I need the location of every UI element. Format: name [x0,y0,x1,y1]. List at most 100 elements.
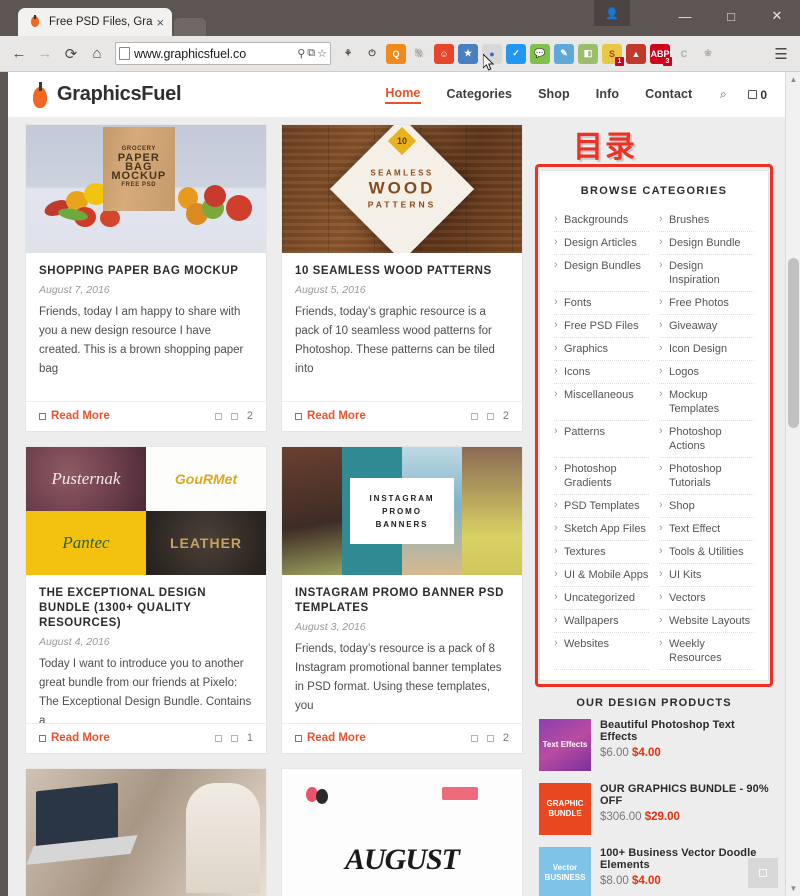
category-item[interactable]: Design Bundle [659,232,754,255]
product-item[interactable]: Vector BUSINESS 100+ Business Vector Dood… [539,847,769,896]
post-card[interactable]: AUGUST [281,768,523,896]
blue-dot-extension[interactable]: ● [482,43,502,64]
power-extension[interactable]: ⏻ [362,43,382,64]
category-item[interactable]: Sketch App Files [554,518,649,541]
seamless-wood-patterns-image[interactable]: 10 SEAMLESS WOOD PATTERNS [282,125,522,253]
home-icon[interactable]: ⌂ [85,42,109,66]
august-lettering-image[interactable]: AUGUST [282,769,522,896]
nav-item-info[interactable]: Info [596,87,619,103]
translate-icon[interactable]: ⧉ [307,47,315,60]
category-item[interactable]: UI Kits [659,564,754,587]
leaf-extension[interactable]: ❀ [698,43,718,64]
browser-menu-icon[interactable]: ☰ [769,42,793,66]
category-item[interactable]: PSD Templates [554,495,649,518]
site-logo[interactable]: GraphicsFuel [30,81,182,108]
category-item[interactable]: Logos [659,361,754,384]
category-item[interactable]: Photoshop Tutorials [659,458,754,495]
category-item[interactable]: Tools & Utilities [659,541,754,564]
category-item[interactable]: Website Layouts [659,610,754,633]
nav-item-categories[interactable]: Categories [447,87,513,103]
address-bar[interactable]: www.graphicsfuel.co ⚲ ⧉ ☆ [115,42,331,65]
scroll-up-icon[interactable]: ▲ [786,72,800,87]
category-item[interactable]: Brushes [659,209,754,232]
check-shield-extension[interactable]: ✓ [506,43,526,64]
product-item[interactable]: Text Effects Beautiful Photoshop Text Eff… [539,719,769,771]
nav-item-contact[interactable]: Contact [645,87,692,103]
page-scrollbar[interactable]: ▲ ▼ [785,72,800,896]
post-title[interactable]: THE EXCEPTIONAL DESIGN BUNDLE (1300+ QUA… [39,586,253,631]
c-extension[interactable]: C [674,43,694,64]
category-item[interactable]: Graphics [554,338,649,361]
smiley-extension[interactable]: ☺ [434,43,454,64]
category-item[interactable]: Weekly Resources [659,633,754,670]
post-title[interactable]: INSTAGRAM PROMO BANNER PSD TEMPLATES [295,586,509,616]
reload-icon[interactable]: ⟳ [59,42,83,66]
acrobat-extension[interactable]: ▲ [626,43,646,64]
post-card[interactable] [25,768,267,896]
globe-pen-extension[interactable]: ✎ [554,43,574,64]
scroll-to-top-button[interactable] [748,858,778,888]
category-item[interactable]: Giveaway [659,315,754,338]
graphics-bundle-thumb[interactable]: GRAPHIC BUNDLE [539,783,591,835]
category-item[interactable]: Free Photos [659,292,754,315]
quantum-extension[interactable]: Q [386,43,406,64]
category-item[interactable]: Backgrounds [554,209,649,232]
category-item[interactable]: Patterns [554,421,649,458]
map-extension[interactable]: ◧ [578,43,598,64]
instagram-promo-banners-image[interactable]: INSTAGRAM PROMO BANNERS [282,447,522,575]
category-item[interactable]: Design Articles [554,232,649,255]
evernote-extension[interactable]: 🐘 [410,43,430,64]
post-title[interactable]: 10 SEAMLESS WOOD PATTERNS [295,264,509,279]
category-item[interactable]: UI & Mobile Apps [554,564,649,587]
read-more-link[interactable]: Read More [295,732,366,744]
category-item[interactable]: Textures [554,541,649,564]
category-item[interactable]: Photoshop Actions [659,421,754,458]
category-item[interactable]: Free PSD Files [554,315,649,338]
business-vector-thumb[interactable]: Vector BUSINESS [539,847,591,896]
product-name[interactable]: Beautiful Photoshop Text Effects [600,719,769,743]
forward-icon[interactable]: → [33,42,57,66]
browser-tab[interactable]: Free PSD Files, Gra × [18,8,173,36]
category-item[interactable]: Miscellaneous [554,384,649,421]
close-window-button[interactable]: ✕ [754,0,800,32]
bookmark-star-extension[interactable]: ★ [458,43,478,64]
bookmark-star-icon[interactable]: ☆ [317,47,327,60]
exceptional-design-bundle-image[interactable]: Pusternak GouRMet Pantec LEATHER [26,447,266,575]
scrollbar-thumb[interactable] [788,258,799,428]
back-icon[interactable]: ← [7,42,31,66]
nav-item-shop[interactable]: Shop [538,87,570,103]
product-name[interactable]: OUR GRAPHICS BUNDLE - 90% OFF [600,783,769,807]
zoom-icon[interactable]: ⚲ [297,47,305,60]
text-effects-thumb[interactable]: Text Effects [539,719,591,771]
category-item[interactable]: Mockup Templates [659,384,754,421]
category-item[interactable]: Uncategorized [554,587,649,610]
maximize-button[interactable]: □ [708,0,754,32]
category-item[interactable]: Icons [554,361,649,384]
category-item[interactable]: Design Inspiration [659,255,754,292]
search-icon[interactable]: ⌕ [718,87,728,102]
post-title[interactable]: SHOPPING PAPER BAG MOCKUP [39,264,253,279]
new-tab-button[interactable] [174,18,207,36]
minimize-button[interactable]: — [662,0,708,32]
page-info-icon[interactable] [119,47,130,60]
laptop-workspace-image[interactable] [26,769,266,896]
scroll-down-icon[interactable]: ▼ [786,881,800,896]
snagit-extension[interactable]: S1 [602,43,624,66]
category-item[interactable]: Text Effect [659,518,754,541]
read-more-link[interactable]: Read More [39,410,110,422]
wechat-extension[interactable]: 💬 [530,43,550,64]
category-item[interactable]: Design Bundles [554,255,649,292]
category-item[interactable]: Photoshop Gradients [554,458,649,495]
post-card[interactable]: Pusternak GouRMet Pantec LEATHER THE EXC… [25,446,267,754]
product-name[interactable]: 100+ Business Vector Doodle Elements [600,847,769,871]
post-card[interactable]: GROCERY PAPER BAG MOCKUP FREE PSD SHOPPI… [25,124,267,432]
category-item[interactable]: Wallpapers [554,610,649,633]
read-more-link[interactable]: Read More [295,410,366,422]
category-item[interactable]: Vectors [659,587,754,610]
category-item[interactable]: Fonts [554,292,649,315]
grocery-paper-bag-mockup-image[interactable]: GROCERY PAPER BAG MOCKUP FREE PSD [26,125,266,253]
post-card[interactable]: INSTAGRAM PROMO BANNERS INSTAGRAM PROMO … [281,446,523,754]
product-item[interactable]: GRAPHIC BUNDLE OUR GRAPHICS BUNDLE - 90% … [539,783,769,835]
close-tab-icon[interactable]: × [157,16,165,29]
cart-button[interactable]: 0 [748,88,767,102]
